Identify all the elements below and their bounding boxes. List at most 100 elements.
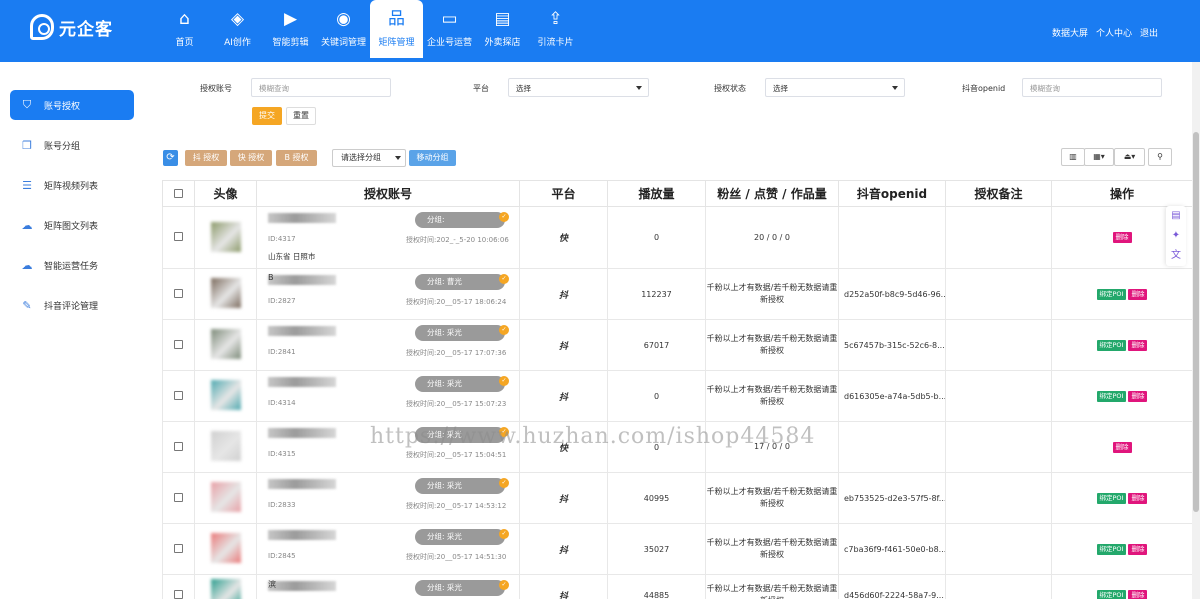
row-checkbox[interactable]	[174, 492, 183, 502]
search-toggle-button[interactable]: ⚲	[1148, 148, 1172, 166]
table-row[interactable]: 分组: 采光 ✓ ID:4314 授权时间:20__05-17 15:07:23 抖 0 千…	[162, 370, 1193, 422]
auth-time: 授权时间:202_-_5-20 10:06:06	[406, 236, 509, 244]
bind-poi-button[interactable]: 绑定POI	[1096, 492, 1127, 504]
column-header[interactable]: 授权备注	[945, 180, 1052, 207]
scrollbar[interactable]	[1192, 62, 1200, 599]
group-badge[interactable]: 分组: 采光	[415, 376, 505, 392]
reset-button[interactable]: 重置	[286, 107, 316, 125]
select-all-checkbox[interactable]	[174, 188, 183, 198]
account-id: ID:2833	[268, 501, 296, 509]
refresh-button[interactable]: ⟳	[163, 150, 178, 166]
delete-button[interactable]: 删除	[1128, 543, 1148, 555]
openid-search-input[interactable]: 模糊查询	[1022, 78, 1162, 97]
table-row[interactable]: 分组: 采光 ✓ ID:2845 授权时间:20__05-17 14:51:30 抖 35…	[162, 523, 1193, 575]
move-group-button[interactable]: 移动分组	[409, 150, 456, 166]
view-toggle-button[interactable]: ▥	[1061, 148, 1085, 166]
export-button[interactable]: ⏏▾	[1114, 148, 1145, 166]
row-checkbox[interactable]	[174, 232, 183, 241]
nav-item-2[interactable]: ▶ 智能剪辑	[264, 0, 317, 58]
douyin-auth-button[interactable]: 抖 授权	[185, 150, 227, 166]
nav-item-4[interactable]: 品矩阵管理	[370, 0, 423, 58]
platform-name: 快	[558, 234, 568, 244]
data-screen-link[interactable]: 数据大屏	[1052, 26, 1088, 39]
row-checkbox[interactable]	[174, 339, 183, 349]
delete-button[interactable]: 删除	[1128, 390, 1148, 402]
account-cell: 分组: 采光 ✓ ID:4314 授权时间:20__05-17 15:07:23	[256, 370, 520, 422]
account-id: ID:4314	[268, 399, 296, 407]
delete-button[interactable]: 删除	[1128, 339, 1148, 351]
sidebar-item-3[interactable]: ☁ 矩阵图文列表	[10, 210, 134, 240]
scrollbar-thumb[interactable]	[1193, 132, 1199, 512]
avatar-cell	[194, 206, 257, 269]
account-info: 分组: 采光 ✓ ID:4314 授权时间:20__05-17 15:07:23	[257, 371, 519, 421]
user-center-link[interactable]: 个人中心	[1096, 26, 1132, 39]
delete-button[interactable]: 删除	[1112, 441, 1132, 453]
delete-button[interactable]: 删除	[1128, 492, 1148, 504]
kuaishou-auth-button[interactable]: 快 授权	[230, 150, 272, 166]
bind-poi-button[interactable]: 绑定POI	[1096, 339, 1127, 351]
row-checkbox[interactable]	[174, 543, 183, 553]
group-badge[interactable]: 分组: 采光	[415, 529, 505, 545]
avatar-cell	[194, 574, 257, 599]
table-row[interactable]: 分组: 采光 ✓ ID:2841 授权时间:20__05-17 17:07:36 抖 67…	[162, 319, 1193, 371]
row-checkbox[interactable]	[174, 441, 183, 451]
sidebar-item-2[interactable]: ☰ 矩阵视频列表	[10, 170, 134, 200]
row-checkbox[interactable]	[174, 288, 183, 298]
bind-poi-button[interactable]: 绑定POI	[1096, 543, 1127, 555]
group-badge[interactable]: 分组: 曹光	[415, 274, 505, 290]
table-row[interactable]: 分组: 采光 ✓ ID:2833 授权时间:20__05-17 14:53:12 抖 40…	[162, 472, 1193, 524]
ai-sparkle-icon[interactable]: ✦	[1168, 229, 1184, 243]
column-header[interactable]: 播放量	[607, 180, 706, 207]
group-select[interactable]: 请选择分组	[332, 149, 406, 167]
sidebar: ⛉ 账号授权 ❐ 账号分组 ☰ 矩阵视频列表 ☁ 矩阵图文列表 ☁ 智能运营任务 ✎ 抖音评论管理	[0, 62, 150, 599]
account-cell: 分组: 采光 ✓ ID:2841 授权时间:20__05-17 17:07:36	[256, 319, 520, 371]
platform-select[interactable]: 选择	[508, 78, 649, 97]
nav-item-7[interactable]: ⇪ 引流卡片	[529, 0, 582, 58]
submit-button[interactable]: 提交	[252, 107, 282, 125]
columns-button[interactable]: ▦▾	[1084, 148, 1114, 166]
logout-link[interactable]: 退出	[1140, 26, 1158, 39]
brand-logo[interactable]: 元企客	[30, 14, 113, 40]
delete-button[interactable]: 删除	[1112, 232, 1132, 243]
nav-item-3[interactable]: ◉ 关键词管理	[317, 0, 370, 58]
sidebar-item-4[interactable]: ☁ 智能运营任务	[10, 250, 134, 280]
nav-item-0[interactable]: ⌂ 首页	[158, 0, 211, 58]
bilibili-auth-button[interactable]: B 授权	[276, 150, 317, 166]
delete-button[interactable]: 删除	[1128, 589, 1148, 599]
column-header[interactable]: 抖音openid	[838, 180, 946, 207]
nav-item-6[interactable]: ▤ 外卖探店	[476, 0, 529, 58]
nav-item-1[interactable]: ◈ AI创作	[211, 0, 264, 58]
group-badge[interactable]: 分组:	[415, 212, 505, 228]
column-header[interactable]: 授权账号	[256, 180, 520, 207]
table-row[interactable]: B 分组: 曹光 ✓ ID:2827 授权时间:20__05-17 18:06:24 抖 1…	[162, 268, 1193, 320]
platform-name: 抖	[558, 392, 568, 403]
blurred-account-name	[268, 377, 336, 387]
group-badge[interactable]: 分组: 采光	[415, 325, 505, 341]
table-row[interactable]: 滨分组: 采光✓ID:2844授权时间:20__05-17 14:48:__抖4…	[162, 574, 1193, 599]
translate-icon[interactable]: 文	[1168, 249, 1184, 263]
table-row[interactable]: 分组: ✓ ID:4317 授权时间:202_-_5-20 10:06:06 山东省 日…	[162, 206, 1193, 269]
nav-item-5[interactable]: ▭ 企业号运营	[423, 0, 476, 58]
note-icon[interactable]: ▤	[1168, 209, 1184, 223]
account-search-input[interactable]: 模糊查询	[251, 78, 391, 97]
column-header[interactable]: 平台	[519, 180, 608, 207]
platform-name: 抖	[558, 341, 568, 352]
blurred-account-name	[268, 530, 336, 540]
row-checkbox[interactable]	[174, 589, 183, 599]
column-header[interactable]: 粉丝 / 点赞 / 作品量	[705, 180, 839, 207]
sidebar-item-0[interactable]: ⛉ 账号授权	[10, 90, 134, 120]
group-badge[interactable]: 分组: 采光	[415, 580, 505, 596]
bind-poi-button[interactable]: 绑定POI	[1096, 390, 1127, 402]
sidebar-item-label: 智能运营任务	[44, 261, 99, 272]
bind-poi-button[interactable]: 绑定POI	[1096, 288, 1127, 300]
bind-poi-button[interactable]: 绑定POI	[1096, 589, 1127, 599]
delete-button[interactable]: 删除	[1128, 288, 1148, 300]
status-select[interactable]: 选择	[765, 78, 905, 97]
column-header[interactable]: 操作	[1051, 180, 1193, 207]
column-header[interactable]: 头像	[194, 180, 257, 207]
sidebar-item-1[interactable]: ❐ 账号分组	[10, 130, 134, 160]
account-info: 分组: 采光 ✓ ID:2833 授权时间:20__05-17 14:53:12	[257, 473, 519, 523]
row-checkbox[interactable]	[174, 390, 183, 400]
group-badge[interactable]: 分组: 采光	[415, 478, 505, 494]
sidebar-item-5[interactable]: ✎ 抖音评论管理	[10, 290, 134, 320]
